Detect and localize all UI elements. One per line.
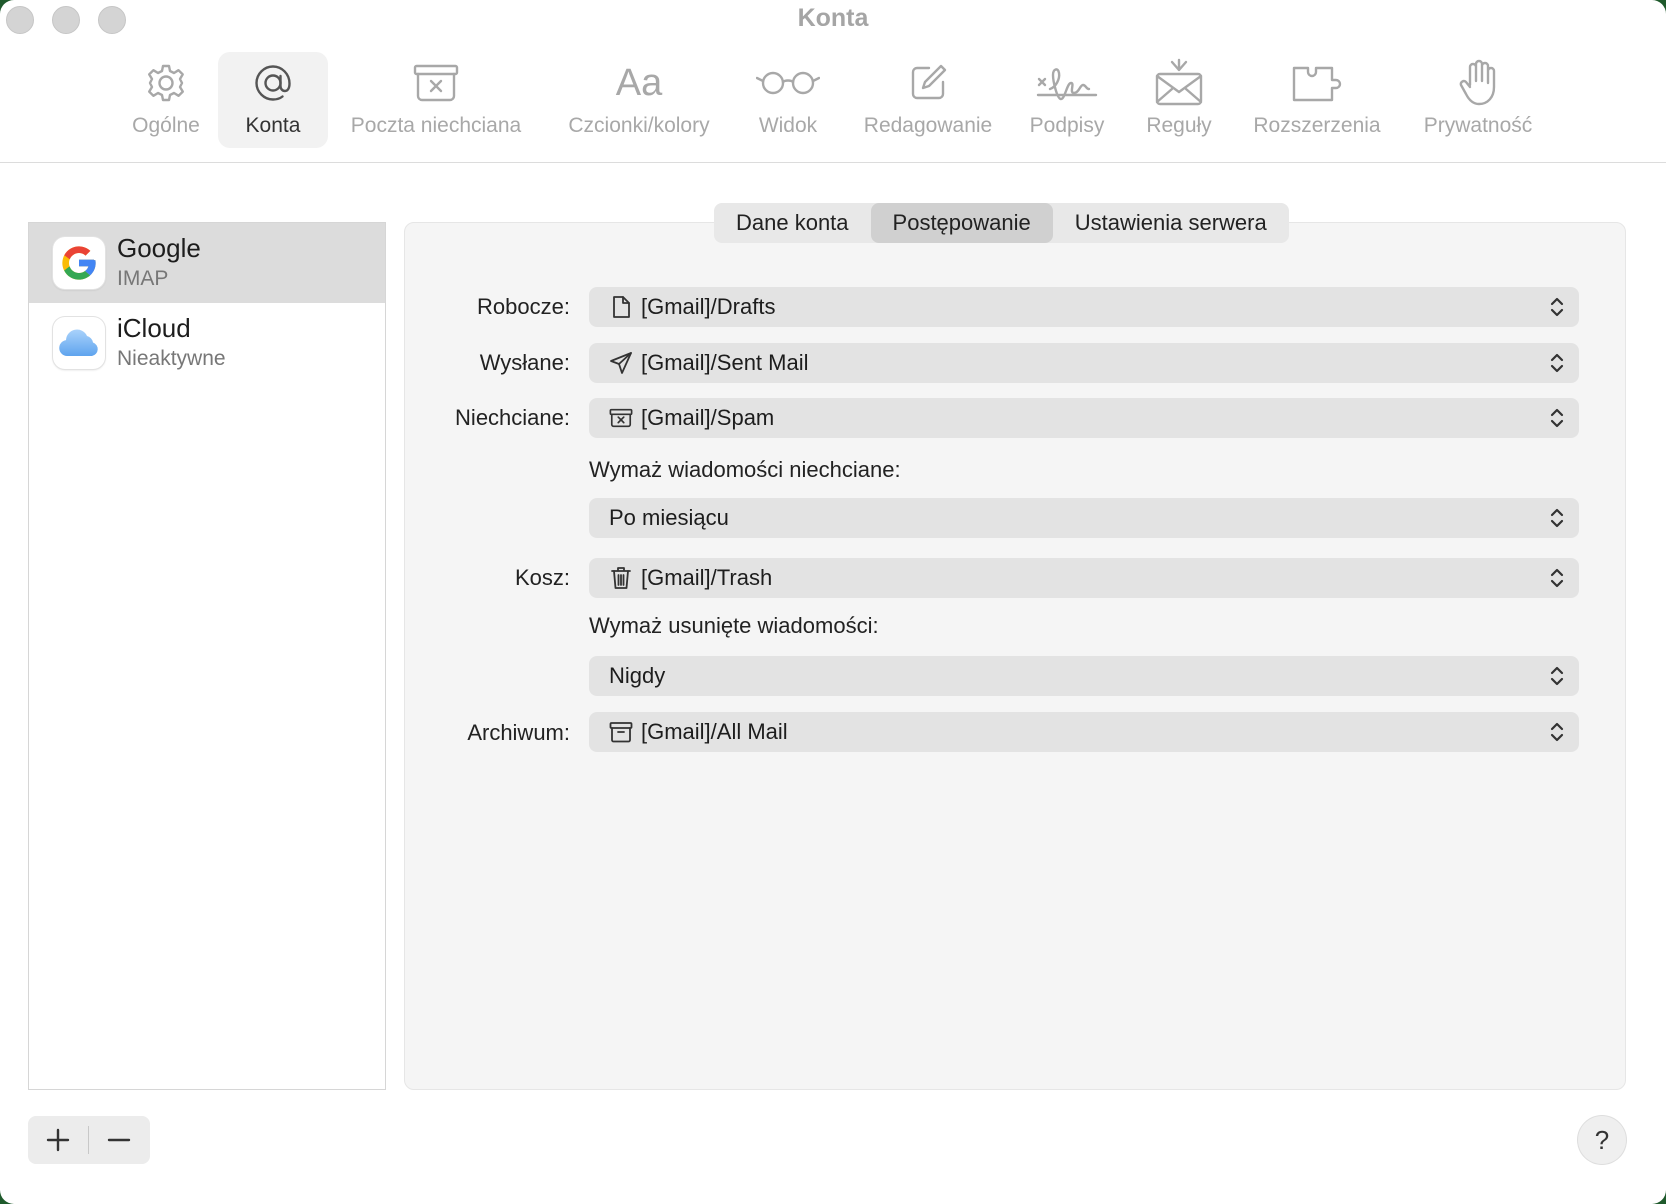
toolbar-item-rules[interactable]: Reguły <box>1134 52 1224 148</box>
toolbar-item-extensions[interactable]: Rozszerzenia <box>1244 52 1390 148</box>
archive-mailbox-value: [Gmail]/All Mail <box>641 719 788 744</box>
tab-server-settings[interactable]: Ustawienia serwera <box>1053 203 1289 243</box>
toolbar-label: Redagowanie <box>863 114 993 137</box>
hand-icon <box>1410 52 1546 114</box>
sent-mailbox-select[interactable]: [Gmail]/Sent Mail <box>589 343 1579 383</box>
junk-mailbox-value: [Gmail]/Spam <box>641 405 775 430</box>
junk-label: Niechciane: <box>455 405 570 430</box>
signature-icon <box>1020 52 1114 114</box>
chevron-up-down-icon <box>1549 406 1565 430</box>
icloud-logo-icon <box>53 317 105 369</box>
toolbar-item-fonts-colors[interactable]: Aa Czcionki/kolory <box>556 52 722 148</box>
google-logo-icon <box>53 237 105 289</box>
toolbar-item-signatures[interactable]: Podpisy <box>1020 52 1114 148</box>
add-account-button[interactable] <box>28 1116 88 1164</box>
rules-envelope-icon <box>1134 52 1224 114</box>
compose-icon <box>854 52 1002 114</box>
gear-icon <box>114 52 218 114</box>
account-type: IMAP <box>117 267 169 290</box>
chevron-up-down-icon <box>1549 566 1565 590</box>
junk-tray-icon <box>338 52 534 114</box>
erase-deleted-label: Wymaż usunięte wiadomości: <box>589 613 879 638</box>
font-icon: Aa <box>615 61 663 104</box>
toolbar-item-view[interactable]: Widok <box>740 52 836 148</box>
drafts-mailbox-value: [Gmail]/Drafts <box>641 294 776 319</box>
junk-mailbox-select[interactable]: [Gmail]/Spam <box>589 398 1579 438</box>
tab-mailbox-behaviors[interactable]: Postępowanie <box>870 203 1053 243</box>
toolbar-label: Czcionki/kolory <box>568 114 710 137</box>
paper-plane-icon <box>609 351 633 375</box>
toolbar-label: Ogólne <box>132 114 200 137</box>
toolbar-label: Podpisy <box>1029 114 1105 137</box>
erase-deleted-select[interactable]: Nigdy <box>589 656 1579 696</box>
plus-icon <box>46 1128 70 1152</box>
toolbar-label: Prywatność <box>1423 114 1533 137</box>
account-name: iCloud <box>117 313 191 343</box>
chevron-up-down-icon <box>1549 295 1565 319</box>
toolbar-label: Konta <box>245 114 301 137</box>
remove-account-button[interactable] <box>89 1116 149 1164</box>
chevron-up-down-icon <box>1549 351 1565 375</box>
toolbar-item-general[interactable]: Ogólne <box>114 52 218 148</box>
window-title: Konta <box>797 4 869 32</box>
chevron-up-down-icon <box>1549 664 1565 688</box>
add-remove-control <box>28 1116 150 1164</box>
toolbar-item-composing[interactable]: Redagowanie <box>854 52 1002 148</box>
account-status: Nieaktywne <box>117 347 226 370</box>
erase-junk-value: Po miesiącu <box>609 505 729 530</box>
toolbar-label: Widok <box>758 114 818 137</box>
trash-icon <box>609 566 633 590</box>
erase-junk-label: Wymaż wiadomości niechciane: <box>589 457 901 482</box>
puzzle-icon <box>1244 52 1390 114</box>
erase-deleted-value: Nigdy <box>609 663 666 688</box>
minus-icon <box>107 1138 131 1142</box>
preferences-window: Konta Ogólne Konta Poczta niechciana Aa … <box>0 0 1666 1204</box>
toolbar-item-accounts[interactable]: Konta <box>218 52 328 148</box>
chevron-up-down-icon <box>1549 720 1565 744</box>
accounts-list: Google IMAP iCloud Nieaktywne <box>28 222 386 1090</box>
document-icon <box>609 295 633 319</box>
archive-label: Archiwum: <box>467 720 570 745</box>
archive-mailbox-select[interactable]: [Gmail]/All Mail <box>589 712 1579 752</box>
trash-mailbox-value: [Gmail]/Trash <box>641 565 773 590</box>
trash-label: Kosz: <box>514 565 570 590</box>
archive-box-icon <box>609 720 633 744</box>
at-icon <box>218 52 328 114</box>
chevron-up-down-icon <box>1549 506 1565 530</box>
glasses-icon <box>740 52 836 114</box>
account-item-google[interactable]: Google IMAP <box>29 223 385 303</box>
toolbar-label: Rozszerzenia <box>1253 114 1381 137</box>
toolbar-divider <box>0 162 1666 163</box>
preferences-toolbar: Ogólne Konta Poczta niechciana Aa Czcion… <box>0 52 1666 162</box>
junk-tray-icon <box>609 406 633 430</box>
settings-tabs: Dane konta Postępowanie Ustawienia serwe… <box>714 203 1289 243</box>
sent-label: Wysłane: <box>479 350 570 375</box>
tab-account-info[interactable]: Dane konta <box>714 203 871 243</box>
sent-mailbox-value: [Gmail]/Sent Mail <box>641 350 809 375</box>
erase-junk-select[interactable]: Po miesiącu <box>589 498 1579 538</box>
trash-mailbox-select[interactable]: [Gmail]/Trash <box>589 558 1579 598</box>
toolbar-item-privacy[interactable]: Prywatność <box>1410 52 1546 148</box>
account-name: Google <box>117 233 201 263</box>
account-item-icloud[interactable]: iCloud Nieaktywne <box>29 303 385 383</box>
drafts-mailbox-select[interactable]: [Gmail]/Drafts <box>589 287 1579 327</box>
toolbar-label: Reguły <box>1146 114 1212 137</box>
toolbar-item-junk[interactable]: Poczta niechciana <box>338 52 534 148</box>
drafts-label: Robocze: <box>477 294 570 319</box>
help-button[interactable]: ? <box>1578 1116 1626 1164</box>
toolbar-label: Poczta niechciana <box>350 114 522 137</box>
